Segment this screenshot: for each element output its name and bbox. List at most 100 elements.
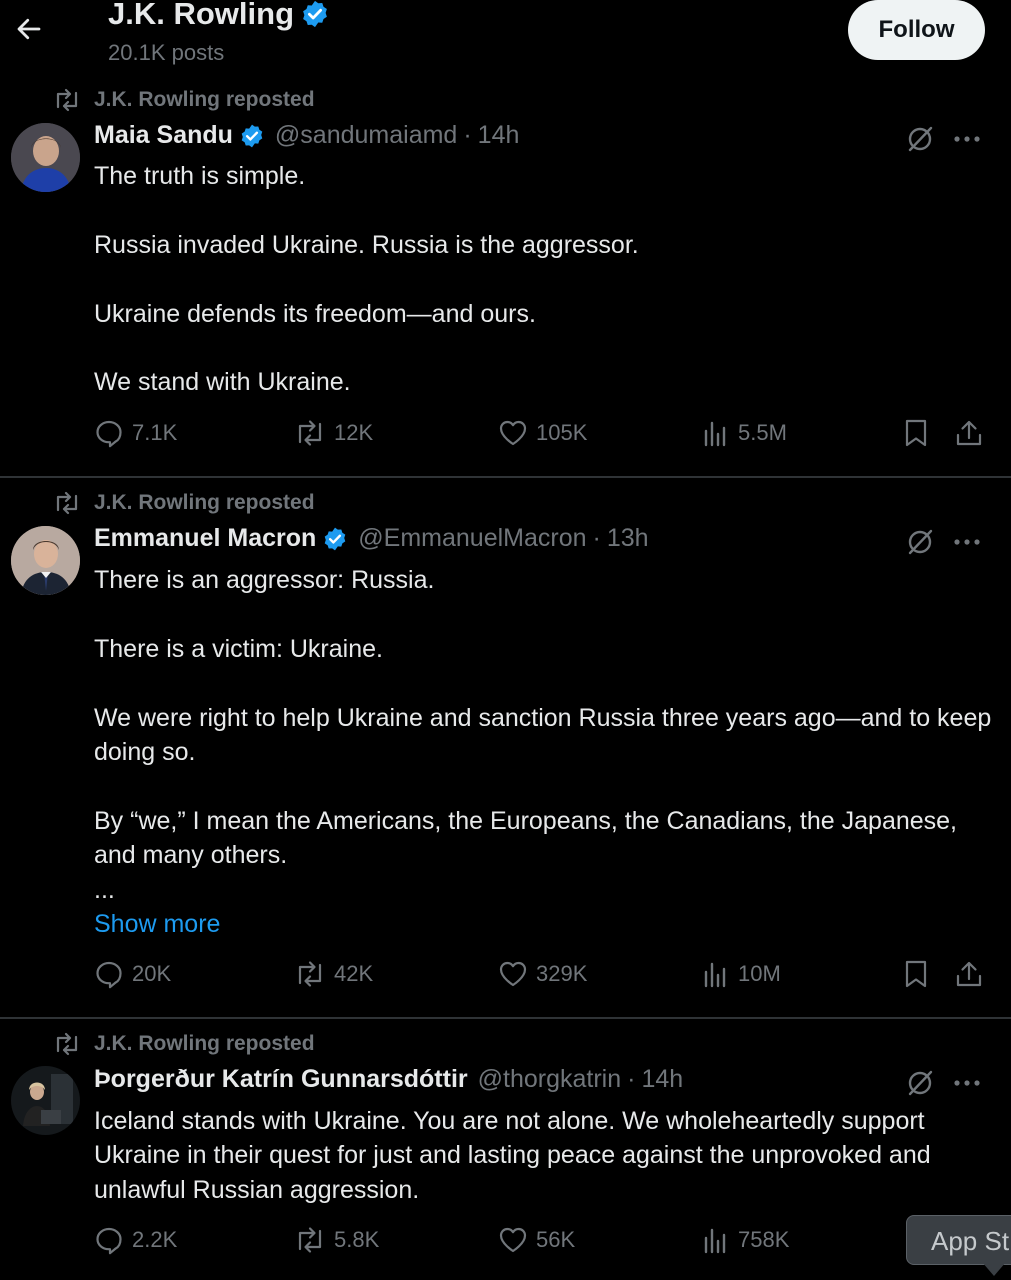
post-actions: 7.1K 12K 105K 5.5M <box>94 418 994 458</box>
verified-badge-icon <box>239 123 265 149</box>
view-count: 758K <box>738 1227 790 1252</box>
avatar[interactable] <box>11 123 80 192</box>
repost-indicator: J.K. Rowling reposted <box>52 88 315 112</box>
more-options-icon[interactable] <box>953 527 981 557</box>
more-options-icon[interactable] <box>953 124 981 154</box>
more-options-icon[interactable] <box>953 1068 981 1098</box>
separator-dot: · <box>463 121 472 149</box>
post-header: Emmanuel Macron @EmmanuelMacron · 13h <box>94 524 649 553</box>
post-header: Maia Sandu @sandumaiamd · 14h <box>94 121 519 150</box>
analytics-icon <box>702 959 730 989</box>
like-count: 105K <box>536 420 588 445</box>
reply-count: 7.1K <box>132 420 178 445</box>
repost-count: 42K <box>334 961 374 986</box>
avatar[interactable] <box>11 526 80 595</box>
repost-indicator: J.K. Rowling reposted <box>52 1032 315 1056</box>
separator-dot: · <box>592 524 601 552</box>
like-button[interactable]: 105K <box>498 418 587 448</box>
post-time[interactable]: 14h <box>641 1065 683 1094</box>
author-handle[interactable]: @thorgkatrin <box>478 1065 622 1094</box>
repost-icon <box>52 88 82 112</box>
tooltip-pointer <box>982 1262 1006 1276</box>
post-actions: 2.2K 5.8K 56K 758K <box>94 1225 994 1265</box>
post-time[interactable]: 13h <box>607 524 649 553</box>
view-count: 10M <box>738 961 781 986</box>
profile-name: J.K. Rowling <box>108 0 330 32</box>
post-text: Iceland stands with Ukraine. You are not… <box>94 1104 994 1207</box>
heart-icon <box>498 959 528 989</box>
show-more-link[interactable]: Show more <box>94 907 994 941</box>
repost-icon <box>294 1225 326 1255</box>
repost-button[interactable]: 5.8K <box>294 1225 379 1255</box>
reply-button[interactable]: 2.2K <box>94 1225 177 1255</box>
grok-icon[interactable] <box>905 527 935 557</box>
reply-button[interactable]: 20K <box>94 959 171 989</box>
views-button[interactable]: 758K <box>702 1225 789 1255</box>
repost-button[interactable]: 42K <box>294 959 373 989</box>
views-button[interactable]: 10M <box>702 959 781 989</box>
reply-count: 20K <box>132 961 172 986</box>
post-text-line: There is a victim: Ukraine. <box>94 634 383 663</box>
post-text-line: Russia invaded Ukraine. Russia is the ag… <box>94 230 639 259</box>
post-text: The truth is simple. Russia invaded Ukra… <box>94 159 994 400</box>
repost-label: J.K. Rowling reposted <box>94 88 315 111</box>
repost-label: J.K. Rowling reposted <box>94 491 315 514</box>
app-store-tooltip[interactable]: App St <box>906 1215 1011 1265</box>
separator-dot: · <box>627 1065 636 1093</box>
post-top-actions <box>905 124 981 154</box>
post-top-actions <box>905 527 981 557</box>
share-button[interactable] <box>954 959 984 989</box>
author-handle[interactable]: @EmmanuelMacron <box>358 524 586 553</box>
post-text-line: By “we,” I mean the Americans, the Europ… <box>94 806 958 870</box>
follow-button[interactable]: Follow <box>848 0 985 60</box>
author-name[interactable]: Maia Sandu <box>94 121 233 150</box>
bookmark-button[interactable] <box>902 418 930 448</box>
profile-name-text: J.K. Rowling <box>108 0 294 31</box>
share-icon <box>954 959 984 989</box>
repost-icon <box>52 491 82 515</box>
repost-icon <box>52 1032 82 1056</box>
avatar[interactable] <box>11 1066 80 1135</box>
analytics-icon <box>702 1225 730 1255</box>
grok-icon[interactable] <box>905 124 935 154</box>
bookmark-icon <box>902 418 930 448</box>
like-button[interactable]: 56K <box>498 1225 575 1255</box>
reply-button[interactable]: 7.1K <box>94 418 177 448</box>
author-name[interactable]: Emmanuel Macron <box>94 524 316 553</box>
like-button[interactable]: 329K <box>498 959 587 989</box>
repost-icon <box>294 959 326 989</box>
grok-icon[interactable] <box>905 1068 935 1098</box>
share-icon <box>954 418 984 448</box>
post-divider <box>0 1017 1011 1019</box>
post-header: Þorgerður Katrín Gunnarsdóttir @thorgkat… <box>94 1065 683 1094</box>
analytics-icon <box>702 418 730 448</box>
repost-icon <box>294 418 326 448</box>
bookmark-icon <box>902 959 930 989</box>
post-time[interactable]: 14h <box>478 121 520 150</box>
view-count: 5.5M <box>738 420 787 445</box>
author-name[interactable]: Þorgerður Katrín Gunnarsdóttir <box>94 1065 468 1094</box>
reply-count: 2.2K <box>132 1227 178 1252</box>
verified-badge-icon <box>300 0 330 29</box>
post-text-line: We were right to help Ukraine and sancti… <box>94 703 992 766</box>
repost-indicator: J.K. Rowling reposted <box>52 491 315 515</box>
post-text-line: The truth is simple. <box>94 162 306 190</box>
post-text-line: Iceland stands with Ukraine. You are not… <box>94 1107 931 1204</box>
back-button[interactable] <box>12 12 46 46</box>
post-text-line: ... <box>94 875 115 904</box>
repost-label: J.K. Rowling reposted <box>94 1032 315 1055</box>
like-count: 56K <box>536 1227 576 1252</box>
post-count: 20.1K posts <box>108 40 225 65</box>
views-button[interactable]: 5.5M <box>702 418 787 448</box>
post-text-line: There is an aggressor: Russia. <box>94 566 435 594</box>
like-count: 329K <box>536 961 588 986</box>
author-handle[interactable]: @sandumaiamd <box>275 121 457 150</box>
bookmark-button[interactable] <box>902 959 930 989</box>
reply-icon <box>94 418 124 448</box>
post-divider <box>0 476 1011 478</box>
repost-button[interactable]: 12K <box>294 418 373 448</box>
profile-header: J.K. Rowling 20.1K posts Follow <box>0 0 1011 78</box>
post-top-actions <box>905 1068 981 1098</box>
share-button[interactable] <box>954 418 984 448</box>
post-actions: 20K 42K 329K 10M <box>94 959 994 999</box>
